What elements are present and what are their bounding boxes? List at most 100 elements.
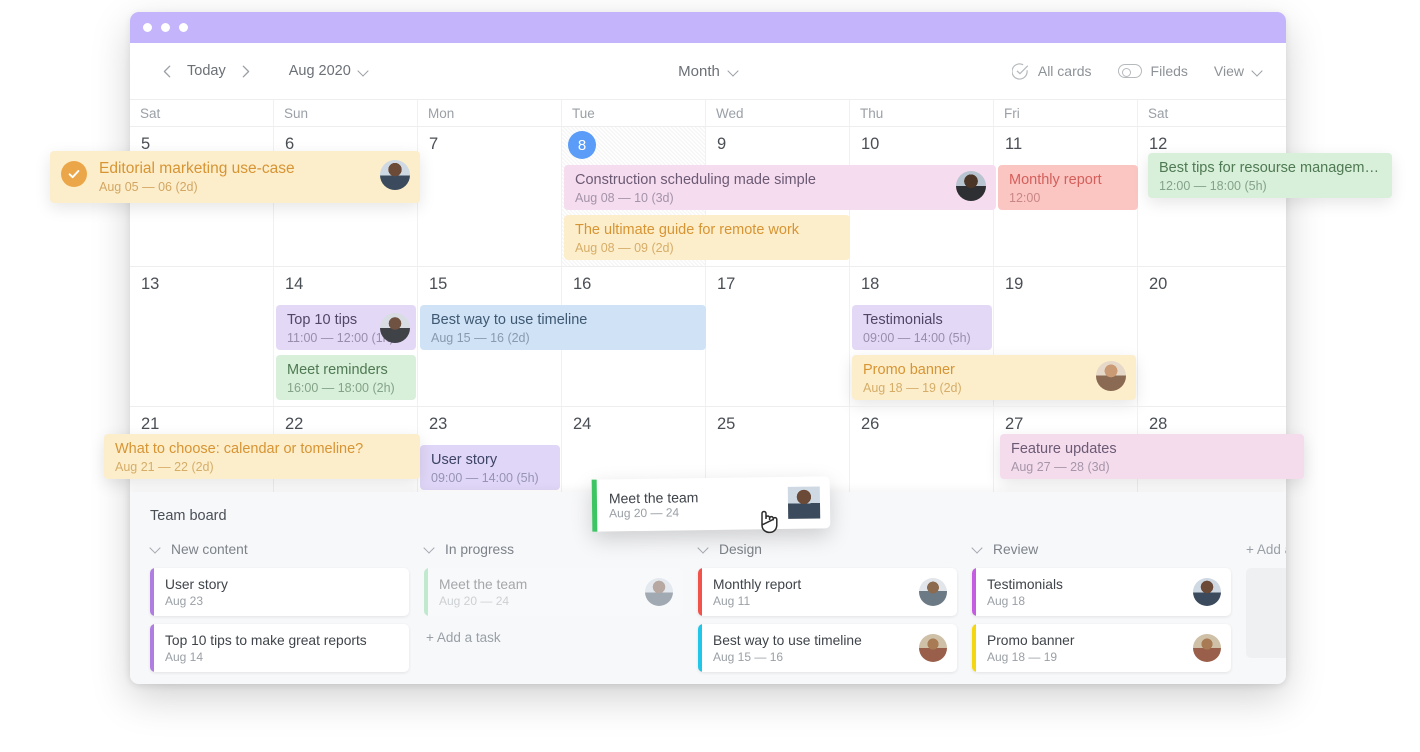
prev-period-button[interactable] <box>154 58 180 84</box>
calendar-event-monthly-report[interactable]: Monthly report 12:00 <box>998 165 1138 210</box>
calendar-event-best-way-timeline[interactable]: Best way to use timeline Aug 15 — 16 (2d… <box>420 305 706 350</box>
calendar-day-cell[interactable]: 17 <box>706 267 850 406</box>
window-close-dot[interactable] <box>143 23 152 32</box>
event-meta: 12:00 <box>1009 191 1041 205</box>
board-columns: New content User story Aug 23 Top 10 tip… <box>150 542 1286 680</box>
card-meta: Aug 18 — 19 <box>987 649 1058 664</box>
event-meta: 12:00 — 18:00 (5h) <box>1159 179 1267 193</box>
event-meta: 09:00 — 14:00 (5h) <box>431 471 539 485</box>
day-number: 16 <box>573 275 592 293</box>
calendar-event-construction[interactable]: Construction scheduling made simple Aug … <box>564 165 996 210</box>
column-title: New content <box>171 542 248 557</box>
day-number: 12 <box>1149 135 1168 153</box>
view-mode-selector[interactable]: Month <box>678 63 738 80</box>
day-number: 13 <box>141 275 160 293</box>
board-card[interactable]: Promo banner Aug 18 — 19 <box>972 624 1231 672</box>
board-card[interactable]: Top 10 tips to make great reports Aug 14 <box>150 624 409 672</box>
board-column-new-content: New content User story Aug 23 Top 10 tip… <box>150 542 424 680</box>
card-title: Testimonials <box>987 576 1063 592</box>
view-menu-button[interactable]: View <box>1214 63 1262 79</box>
card-accent-bar <box>972 568 976 616</box>
day-number: 21 <box>141 415 160 433</box>
column-header[interactable]: Design <box>698 542 957 557</box>
event-meta: Aug 18 — 19 (2d) <box>863 381 962 395</box>
day-number: 19 <box>1005 275 1024 293</box>
chevron-right-icon <box>242 65 249 77</box>
calendar-day-cell[interactable]: 7 <box>418 127 562 266</box>
month-picker[interactable]: Aug 2020 <box>289 63 368 79</box>
avatar <box>919 578 947 606</box>
column-title: Review <box>993 542 1039 557</box>
window-maximize-dot[interactable] <box>179 23 188 32</box>
calendar-day-cell[interactable]: 13 <box>130 267 274 406</box>
chevron-down-icon <box>729 67 738 76</box>
avatar <box>1193 634 1221 662</box>
calendar-event-meet-reminders[interactable]: Meet reminders 16:00 — 18:00 (2h) <box>276 355 416 400</box>
fields-label: Fileds <box>1150 63 1188 79</box>
card-title: Best way to use timeline <box>713 632 862 648</box>
window-minimize-dot[interactable] <box>161 23 170 32</box>
card-meta: Aug 23 <box>165 593 204 608</box>
app-root: Today Aug 2020 Month All cards Fileds Vi… <box>0 0 1420 752</box>
calendar-toolbar: Today Aug 2020 Month All cards Fileds Vi… <box>130 43 1286 100</box>
column-header[interactable]: Review <box>972 542 1231 557</box>
circle-check-icon <box>1011 62 1028 80</box>
today-button[interactable]: Today <box>180 63 233 79</box>
calendar-event-user-story[interactable]: User story 09:00 — 14:00 (5h) <box>420 445 560 490</box>
event-meta: Aug 05 — 06 (2d) <box>99 180 198 194</box>
day-number: 27 <box>1005 415 1024 433</box>
board-column-design: Design Monthly report Aug 11 Best way to… <box>698 542 972 680</box>
add-list-placeholder[interactable]: + <box>1246 568 1286 658</box>
calendar-event-ultimate-guide[interactable]: The ultimate guide for remote work Aug 0… <box>564 215 850 260</box>
all-cards-button[interactable]: All cards <box>1011 62 1092 80</box>
card-accent-bar <box>972 624 976 672</box>
event-title: Best way to use timeline <box>431 312 588 328</box>
board-card[interactable]: User story Aug 23 <box>150 568 409 616</box>
card-accent-bar <box>591 479 598 532</box>
board-card[interactable]: Monthly report Aug 11 <box>698 568 957 616</box>
board-add-list-column: + Add a list + <box>1246 542 1286 680</box>
day-number: 18 <box>861 275 880 293</box>
board-column-in-progress: In progress Meet the team Aug 20 — 24 + … <box>424 542 698 680</box>
calendar-event-feature-updates[interactable]: Feature updates Aug 27 — 28 (3d) <box>1000 434 1304 479</box>
add-list-button[interactable]: + Add a list <box>1246 542 1286 557</box>
day-header: Mon <box>418 100 562 126</box>
day-header: Thu <box>850 100 994 126</box>
day-header: Sat <box>130 100 274 126</box>
column-title: Design <box>719 542 762 557</box>
event-title: Meet reminders <box>287 362 388 378</box>
card-title: Meet the team <box>439 576 528 592</box>
fields-button[interactable]: Fileds <box>1117 63 1188 79</box>
add-task-button[interactable]: + Add a task <box>424 624 683 645</box>
calendar-event-best-tips[interactable]: Best tips for resourse management 12:00 … <box>1148 153 1392 198</box>
avatar <box>1193 578 1221 606</box>
calendar-event-what-to-choose[interactable]: What to choose: calendar or tomeline? Au… <box>104 434 420 479</box>
cursor-grab-icon <box>761 510 778 534</box>
calendar-event-editorial[interactable]: Editorial marketing use-case Aug 05 — 06… <box>50 151 420 203</box>
column-header[interactable]: New content <box>150 542 409 557</box>
column-header[interactable]: In progress <box>424 542 683 557</box>
next-period-button[interactable] <box>233 58 259 84</box>
event-meta: 09:00 — 14:00 (5h) <box>863 331 971 345</box>
event-title: Testimonials <box>863 312 943 328</box>
all-cards-label: All cards <box>1037 63 1092 79</box>
day-number: 10 <box>861 135 880 153</box>
calendar-event-top-10-tips[interactable]: Top 10 tips 11:00 — 12:00 (1h) <box>276 305 416 350</box>
board-card[interactable]: Best way to use timeline Aug 15 — 16 <box>698 624 957 672</box>
calendar-day-cell[interactable]: 20 <box>1138 267 1282 406</box>
day-header: Tue <box>562 100 706 126</box>
dragged-card-meet-the-team[interactable]: Meet the team Aug 20 — 24 <box>591 476 831 532</box>
calendar-event-testimonials[interactable]: Testimonials 09:00 — 14:00 (5h) <box>852 305 992 350</box>
board-card-placeholder[interactable]: Meet the team Aug 20 — 24 <box>424 568 683 616</box>
event-meta: Aug 08 — 09 (2d) <box>575 241 674 255</box>
calendar-day-headers: Sat Sun Mon Tue Wed Thu Fri Sat <box>130 100 1286 126</box>
day-number: 14 <box>285 275 304 293</box>
board-card[interactable]: Testimonials Aug 18 <box>972 568 1231 616</box>
avatar <box>919 634 947 662</box>
card-meta: Aug 11 <box>713 593 751 608</box>
chevron-down-icon <box>424 544 435 555</box>
chevron-down-icon <box>150 544 161 555</box>
event-title: Monthly report <box>1009 172 1102 188</box>
calendar-event-promo-banner[interactable]: Promo banner Aug 18 — 19 (2d) <box>852 355 1136 400</box>
avatar <box>645 578 673 606</box>
